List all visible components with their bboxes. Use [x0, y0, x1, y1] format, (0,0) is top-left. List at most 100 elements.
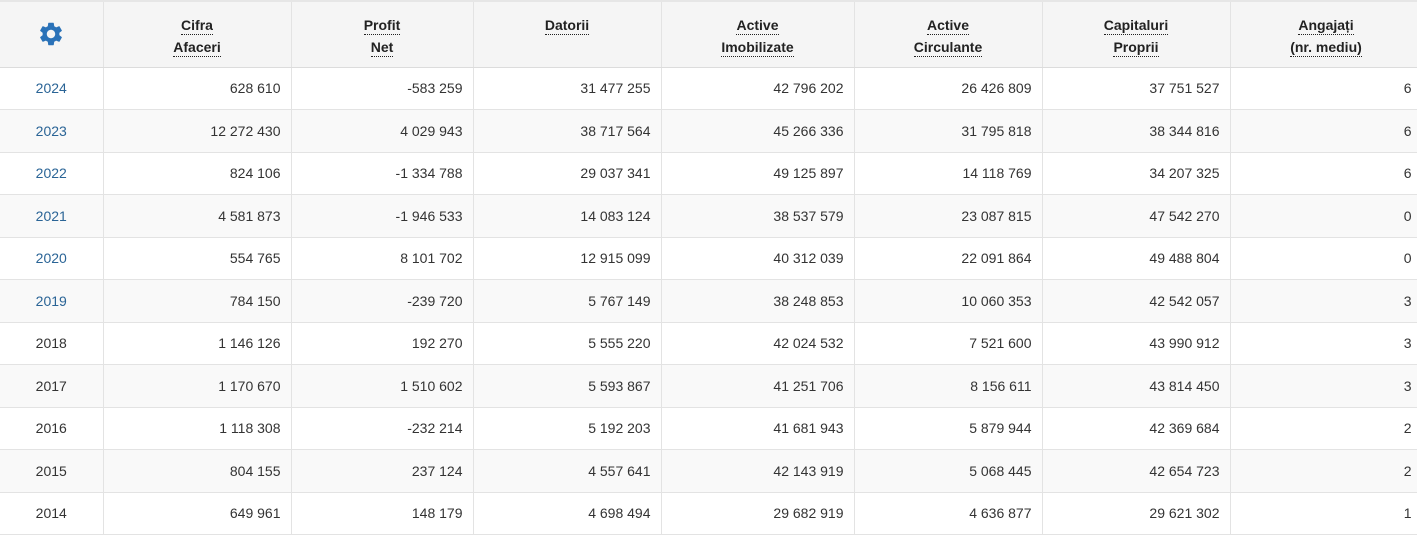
- year-label: 2015: [35, 462, 67, 479]
- column-header-label: (nr. mediu): [1290, 39, 1362, 57]
- table-row: 2020 554 765 8 101 702 12 915 099 40 312 039…: [0, 237, 1417, 280]
- column-header-profit-net[interactable]: Profit Net: [291, 0, 474, 68]
- financial-table-container: Cifra Afaceri Profit Net Datorii Active Imobil…: [0, 0, 1417, 541]
- value-cell-cifra-afaceri: 12 272 430: [103, 109, 292, 153]
- value-cell-datorii: 5 555 220: [473, 322, 662, 365]
- value-cell-angajati: 6: [1230, 67, 1417, 110]
- value-cell-cifra-afaceri: 804 155: [103, 449, 292, 493]
- value-cell-active-circulante: 10 060 353: [854, 279, 1043, 323]
- column-header-cifra-afaceri[interactable]: Cifra Afaceri: [103, 0, 292, 68]
- value-cell-datorii: 4 557 641: [473, 449, 662, 493]
- value-cell-angajati: 2: [1230, 407, 1417, 450]
- value-cell-capitaluri-proprii: 42 369 684: [1042, 407, 1231, 450]
- value-cell-active-imobilizate: 41 251 706: [661, 364, 855, 408]
- year-link[interactable]: 2021: [36, 208, 67, 224]
- value-cell-datorii: 38 717 564: [473, 109, 662, 153]
- value-cell-capitaluri-proprii: 37 751 527: [1042, 67, 1231, 110]
- value-cell-profit-net: 1 510 602: [291, 364, 474, 408]
- year-cell[interactable]: 2020: [0, 237, 104, 280]
- year-cell: 2015: [0, 449, 104, 493]
- value-cell-datorii: 5 192 203: [473, 407, 662, 450]
- value-cell-angajati: 3: [1230, 364, 1417, 408]
- year-link[interactable]: 2022: [36, 165, 67, 181]
- value-cell-active-imobilizate: 42 143 919: [661, 449, 855, 493]
- value-cell-capitaluri-proprii: 47 542 270: [1042, 194, 1231, 238]
- value-cell-active-circulante: 4 636 877: [854, 492, 1043, 535]
- column-header-label: Capitaluri: [1103, 17, 1169, 35]
- column-header-label: Active: [736, 17, 779, 35]
- column-header-angajati[interactable]: Angajați (nr. mediu): [1230, 0, 1417, 68]
- value-cell-angajati: 6: [1230, 109, 1417, 153]
- value-cell-capitaluri-proprii: 43 990 912: [1042, 322, 1231, 365]
- value-cell-cifra-afaceri: 1 118 308: [103, 407, 292, 450]
- year-cell[interactable]: 2024: [0, 67, 104, 110]
- value-cell-active-imobilizate: 41 681 943: [661, 407, 855, 450]
- value-cell-active-circulante: 31 795 818: [854, 109, 1043, 153]
- value-cell-capitaluri-proprii: 49 488 804: [1042, 237, 1231, 280]
- year-link[interactable]: 2020: [36, 250, 67, 266]
- value-cell-profit-net: -583 259: [291, 67, 474, 110]
- year-link[interactable]: 2023: [36, 123, 67, 139]
- year-link[interactable]: 2019: [36, 293, 67, 309]
- column-header-label: Circulante: [913, 39, 983, 57]
- column-header-label: Imobilizate: [721, 39, 794, 57]
- value-cell-cifra-afaceri: 649 961: [103, 492, 292, 535]
- column-header-label: Net: [370, 39, 394, 57]
- table-header-row: Cifra Afaceri Profit Net Datorii Active Imobil…: [0, 0, 1417, 68]
- table-row: 2018 1 146 126 192 270 5 555 220 42 024 532 7…: [0, 322, 1417, 365]
- value-cell-datorii: 5 593 867: [473, 364, 662, 408]
- value-cell-angajati: 2: [1230, 449, 1417, 493]
- column-header-datorii[interactable]: Datorii: [473, 0, 662, 68]
- value-cell-cifra-afaceri: 554 765: [103, 237, 292, 280]
- year-cell[interactable]: 2019: [0, 279, 104, 323]
- table-row: 2014 649 961 148 179 4 698 494 29 682 919 4 6…: [0, 492, 1417, 535]
- column-header-active-circulante[interactable]: Active Circulante: [854, 0, 1043, 68]
- column-header-label: Datorii: [544, 17, 590, 35]
- year-cell[interactable]: 2021: [0, 194, 104, 238]
- year-label: 2014: [35, 505, 67, 522]
- value-cell-active-imobilizate: 42 024 532: [661, 322, 855, 365]
- value-cell-profit-net: 148 179: [291, 492, 474, 535]
- value-cell-cifra-afaceri: 1 146 126: [103, 322, 292, 365]
- value-cell-angajati: 6: [1230, 152, 1417, 195]
- value-cell-profit-net: 192 270: [291, 322, 474, 365]
- value-cell-active-imobilizate: 42 796 202: [661, 67, 855, 110]
- value-cell-datorii: 31 477 255: [473, 67, 662, 110]
- value-cell-active-circulante: 22 091 864: [854, 237, 1043, 280]
- value-cell-profit-net: 237 124: [291, 449, 474, 493]
- value-cell-profit-net: 8 101 702: [291, 237, 474, 280]
- column-header-capitaluri-proprii[interactable]: Capitaluri Proprii: [1042, 0, 1231, 68]
- value-cell-angajati: 1: [1230, 492, 1417, 535]
- value-cell-active-imobilizate: 45 266 336: [661, 109, 855, 153]
- value-cell-active-imobilizate: 38 248 853: [661, 279, 855, 323]
- value-cell-active-circulante: 14 118 769: [854, 152, 1043, 195]
- table-row: 2024 628 610 -583 259 31 477 255 42 796 202 2…: [0, 67, 1417, 110]
- year-link[interactable]: 2024: [36, 80, 67, 96]
- value-cell-angajati: 0: [1230, 237, 1417, 280]
- value-cell-profit-net: -232 214: [291, 407, 474, 450]
- value-cell-profit-net: -1 946 533: [291, 194, 474, 238]
- year-cell: 2017: [0, 364, 104, 408]
- value-cell-cifra-afaceri: 4 581 873: [103, 194, 292, 238]
- value-cell-active-circulante: 23 087 815: [854, 194, 1043, 238]
- value-cell-datorii: 29 037 341: [473, 152, 662, 195]
- value-cell-active-circulante: 5 879 944: [854, 407, 1043, 450]
- column-header-label: Angajați: [1298, 17, 1354, 35]
- table-row: 2019 784 150 -239 720 5 767 149 38 248 853 10…: [0, 279, 1417, 323]
- value-cell-capitaluri-proprii: 43 814 450: [1042, 364, 1231, 408]
- value-cell-active-circulante: 7 521 600: [854, 322, 1043, 365]
- table-row: 2015 804 155 237 124 4 557 641 42 143 919 5 0…: [0, 449, 1417, 493]
- value-cell-profit-net: -239 720: [291, 279, 474, 323]
- settings-header-cell[interactable]: [0, 0, 104, 68]
- value-cell-cifra-afaceri: 784 150: [103, 279, 292, 323]
- table-row: 2016 1 118 308 -232 214 5 192 203 41 681 943…: [0, 407, 1417, 450]
- value-cell-profit-net: 4 029 943: [291, 109, 474, 153]
- value-cell-capitaluri-proprii: 29 621 302: [1042, 492, 1231, 535]
- value-cell-angajati: 0: [1230, 194, 1417, 238]
- year-cell[interactable]: 2022: [0, 152, 104, 195]
- value-cell-capitaluri-proprii: 34 207 325: [1042, 152, 1231, 195]
- year-cell[interactable]: 2023: [0, 109, 104, 153]
- value-cell-datorii: 4 698 494: [473, 492, 662, 535]
- gear-icon[interactable]: [37, 20, 65, 48]
- column-header-active-imobilizate[interactable]: Active Imobilizate: [661, 0, 855, 68]
